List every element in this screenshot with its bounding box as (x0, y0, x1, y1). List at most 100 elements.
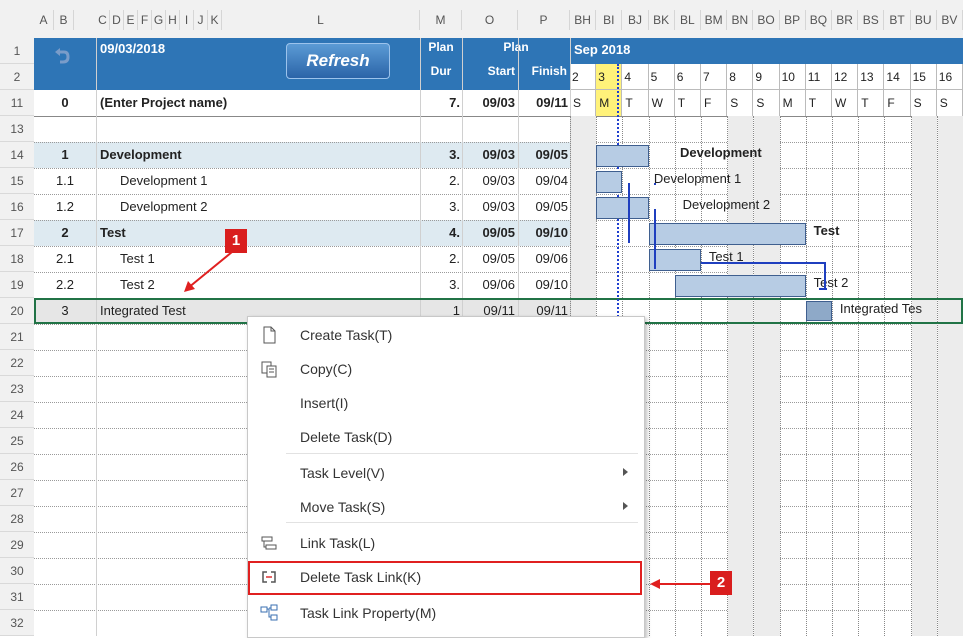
gantt-col-header[interactable]: BT (884, 10, 911, 30)
row-number[interactable]: 24 (0, 402, 34, 428)
row-number[interactable]: 2 (0, 64, 34, 90)
gantt-col-header[interactable]: BU (911, 10, 937, 30)
menu-separator (286, 453, 638, 454)
gantt-bar[interactable] (805, 301, 832, 321)
gantt-col-header[interactable]: BN (727, 10, 754, 30)
menu-item-move-task[interactable]: Move Task(S) (248, 491, 642, 525)
menu-item-insert[interactable]: Insert(I) (248, 387, 642, 421)
col-header-j[interactable]: J (194, 10, 208, 30)
task-start: 09/03 (482, 199, 515, 214)
row-number[interactable]: 16 (0, 194, 34, 220)
row-number[interactable]: 18 (0, 246, 34, 272)
select-all-corner[interactable] (0, 10, 34, 30)
col-header-c[interactable]: C (96, 10, 110, 30)
gantt-col-header[interactable]: BR (832, 10, 859, 30)
gantt-col-header[interactable]: BM (701, 10, 728, 30)
task-duration: 3. (449, 277, 460, 292)
gantt-bar[interactable] (596, 197, 649, 219)
gantt-col-header[interactable]: BO (753, 10, 780, 30)
gantt-col-header[interactable]: BH (570, 10, 597, 30)
row-number[interactable]: 31 (0, 584, 34, 610)
row-number[interactable]: 20 (0, 298, 34, 324)
gantt-bar[interactable] (596, 145, 649, 167)
gantt-gridline (701, 116, 702, 636)
row-number[interactable]: 23 (0, 376, 34, 402)
row-number[interactable]: 25 (0, 428, 34, 454)
col-header-m[interactable]: M (420, 10, 462, 30)
row-number[interactable]: 22 (0, 350, 34, 376)
menu-item-label: Link Task(L) (300, 535, 376, 551)
gantt-col-header[interactable]: BQ (806, 10, 832, 30)
gantt-bar-label: Development 1 (653, 171, 742, 186)
gantt-col-header[interactable]: BP (780, 10, 806, 30)
col-header-d[interactable]: D (110, 10, 124, 30)
row-number[interactable]: 27 (0, 480, 34, 506)
col-header-e[interactable]: E (124, 10, 138, 30)
gantt-col-header[interactable]: BJ (622, 10, 649, 30)
menu-item-delete-task-link[interactable]: Delete Task Link(K) (248, 561, 642, 595)
gantt-col-header[interactable]: BK (649, 10, 675, 30)
col-header-p[interactable]: P (518, 10, 570, 30)
task-start: 09/03 (482, 173, 515, 188)
task-number: 1.2 (55, 199, 75, 214)
menu-item-task-link-property[interactable]: Task Link Property(M) (248, 597, 642, 631)
col-header-o[interactable]: O (462, 10, 518, 30)
row-number[interactable]: 15 (0, 168, 34, 194)
row-number[interactable]: 17 (0, 220, 34, 246)
task-finish: 09/06 (535, 251, 568, 266)
task-start: 09/03 (482, 95, 515, 110)
gantt-day: 9 (753, 64, 780, 90)
gantt-day: 4 (622, 64, 649, 90)
gantt-gridline (858, 116, 860, 636)
undo-icon[interactable] (54, 46, 70, 68)
gantt-gridline (779, 116, 781, 636)
task-link-line (824, 262, 827, 288)
gantt-col-header[interactable]: BI (596, 10, 623, 30)
col-header-f[interactable]: F (138, 10, 152, 30)
col-header-i[interactable]: I (180, 10, 194, 30)
refresh-button[interactable]: Refresh (286, 43, 390, 79)
col-header-b[interactable]: B (54, 10, 74, 30)
row-gridline (34, 220, 963, 221)
gantt-weekday: M (779, 90, 806, 116)
gantt-bar[interactable] (648, 249, 701, 271)
task-start: 09/03 (482, 147, 515, 162)
gantt-col-header[interactable]: BL (675, 10, 701, 30)
row-number[interactable]: 11 (0, 90, 34, 116)
dur-header: Dur (430, 64, 452, 78)
gantt-weekday: S (936, 90, 963, 116)
row-number[interactable]: 29 (0, 532, 34, 558)
menu-item-label: Delete Task(D) (300, 429, 393, 445)
task-duration: 2. (449, 251, 460, 266)
col-header-l[interactable]: L (222, 10, 420, 30)
row-number[interactable]: 13 (0, 116, 34, 142)
row-number[interactable]: 32 (0, 610, 34, 636)
menu-item-link-task[interactable]: Link Task(L) (248, 527, 642, 561)
col-header-a[interactable]: A (34, 10, 54, 30)
row-number[interactable]: 28 (0, 506, 34, 532)
col-header-h[interactable]: H (166, 10, 180, 30)
gantt-col-header[interactable]: BV (937, 10, 963, 30)
gantt-bar[interactable] (648, 223, 806, 245)
row-number[interactable]: 19 (0, 272, 34, 298)
gantt-bar[interactable] (596, 171, 623, 193)
row-number[interactable]: 30 (0, 558, 34, 584)
menu-item-delete-task[interactable]: Delete Task(D) (248, 421, 642, 455)
task-finish: 09/04 (535, 173, 568, 188)
menu-item-create-task[interactable]: Create Task(T) (248, 319, 642, 353)
row-number[interactable]: 26 (0, 454, 34, 480)
task-link-line (627, 183, 630, 243)
gantt-weekday: W (648, 90, 675, 116)
menu-item-task-level[interactable]: Task Level(V) (248, 457, 642, 491)
start-header: Start (487, 64, 515, 78)
gantt-col-header[interactable]: BS (858, 10, 885, 30)
row-number[interactable]: 14 (0, 142, 34, 168)
gantt-day: 7 (701, 64, 728, 90)
gantt-weekday: F (884, 90, 911, 116)
gantt-bar[interactable] (674, 275, 806, 297)
col-header-k[interactable]: K (208, 10, 222, 30)
row-number[interactable]: 21 (0, 324, 34, 350)
menu-item-copy[interactable]: Copy(C) (248, 353, 642, 387)
col-header-g[interactable]: G (152, 10, 166, 30)
row-number[interactable]: 1 (0, 38, 34, 64)
